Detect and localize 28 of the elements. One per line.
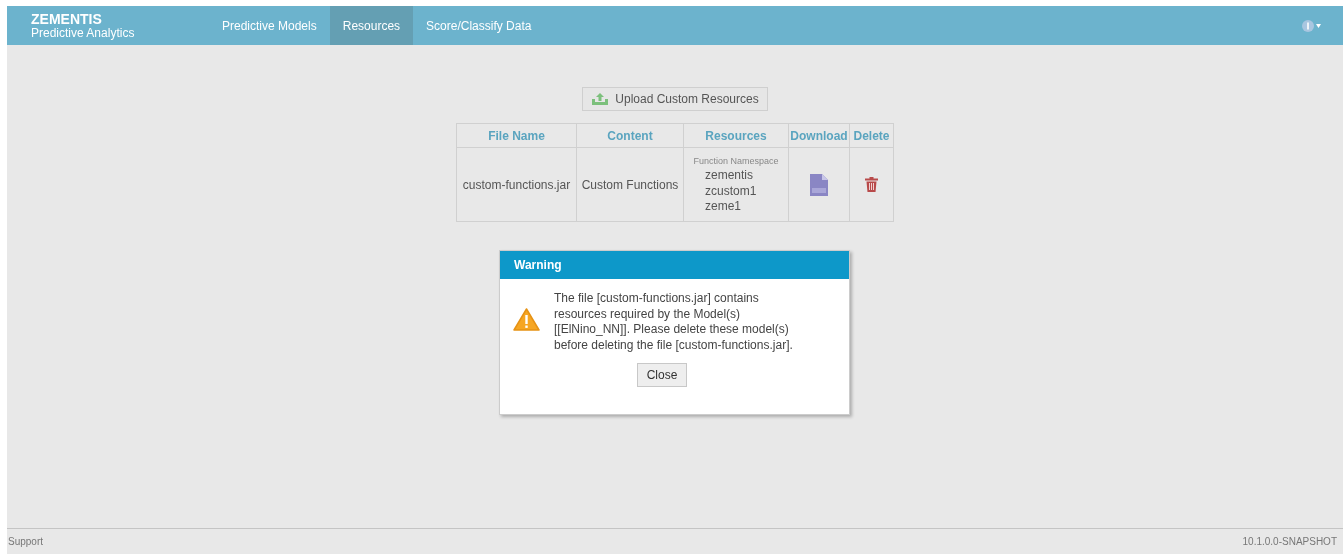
namespace-item: zcustom1	[704, 183, 758, 199]
nav-tab[interactable]: Resources	[329, 6, 414, 45]
namespace-item: zeme1	[704, 199, 743, 215]
warning-message: The file [custom-functions.jar] contains resources required by the Model(s) [[ElNino_NN]]. Please delete these model(s) before deleting the file [custom-functions.jar].	[554, 291, 794, 353]
dialog-title: Warning	[514, 257, 562, 274]
brand-subtitle: Predictive Analytics	[31, 27, 136, 39]
caret-icon[interactable]	[1316, 23, 1321, 28]
column-header: Content	[576, 123, 684, 148]
trash-icon[interactable]	[865, 177, 878, 192]
table-cell: custom-functions.jar	[456, 147, 577, 222]
upload-button[interactable]: Upload Custom Resources	[582, 87, 768, 111]
brand-title: ZEMENTIS	[31, 12, 103, 26]
version-label: 10.1.0.0-SNAPSHOT	[1242, 535, 1338, 549]
jar-file-icon[interactable]	[810, 173, 828, 196]
table-cell: Custom Functions	[576, 147, 684, 222]
nav-tab[interactable]: Predictive Models	[209, 6, 330, 45]
column-header: Resources	[683, 123, 789, 148]
namespace-item: zementis	[704, 168, 755, 184]
upload-icon	[591, 92, 610, 106]
support-link[interactable]: Support	[8, 534, 44, 549]
info-icon[interactable]	[1302, 19, 1314, 32]
column-header: Download	[788, 123, 850, 148]
column-header: Delete	[849, 123, 894, 148]
column-header: File Name	[456, 123, 577, 148]
resources-label: Function Namespace	[692, 154, 780, 168]
warning-icon	[513, 308, 540, 331]
nav-tab[interactable]: Score/Classify Data	[413, 6, 545, 45]
close-button[interactable]: Close	[636, 363, 688, 387]
